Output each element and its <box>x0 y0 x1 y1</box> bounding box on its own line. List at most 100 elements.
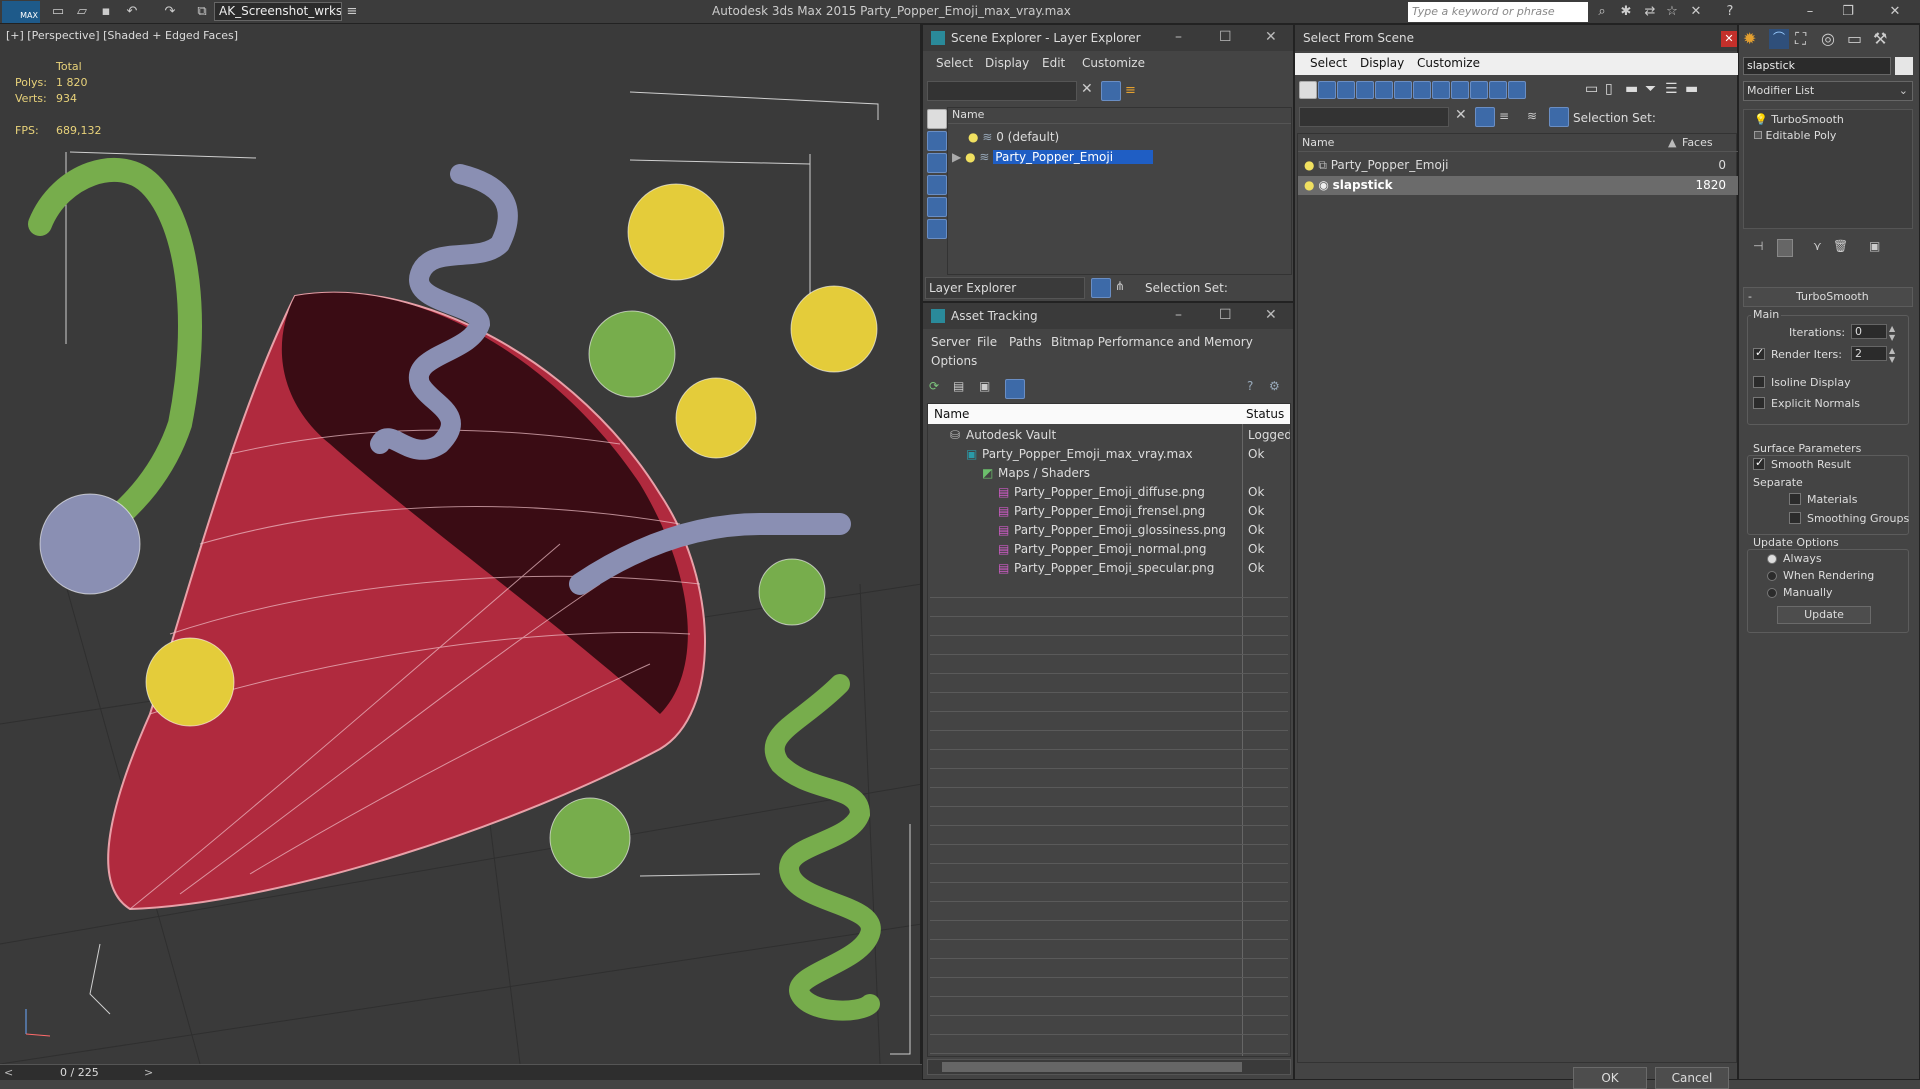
menu-display[interactable]: Display <box>1360 56 1404 70</box>
maximize-icon[interactable]: ☐ <box>1219 29 1232 45</box>
spinner-arrows-icon[interactable]: ▲ ▼ <box>1889 346 1895 364</box>
project-folder-icon[interactable]: ⧉ <box>192 2 212 22</box>
display-shapes-icon[interactable] <box>927 153 947 173</box>
col-name[interactable]: Name <box>1302 136 1334 149</box>
filter-icon[interactable] <box>1101 81 1121 101</box>
asset-row[interactable]: ▤ Party_Popper_Emoji_normal.png Ok <box>928 540 1290 559</box>
minimize-icon[interactable]: – <box>1175 307 1182 323</box>
tools-icon[interactable]: ✱ <box>1616 2 1636 22</box>
remove-modifier-icon[interactable]: 🗑 <box>1833 239 1848 253</box>
iterations-spinner[interactable]: 0 <box>1851 324 1887 339</box>
menu-options[interactable]: Options <box>931 354 977 368</box>
search-input[interactable]: Type a keyword or phrase <box>1408 2 1588 22</box>
time-slider[interactable]: < 0 / 225 > <box>0 1064 922 1080</box>
table-view-icon[interactable] <box>1005 379 1025 399</box>
display-shapes-icon[interactable] <box>1337 81 1355 99</box>
maximize-icon[interactable]: ☐ <box>1219 307 1232 323</box>
scene-search-field[interactable] <box>927 81 1077 101</box>
workspace-menu-icon[interactable]: ≡ <box>342 2 362 22</box>
explicit-normals-checkbox[interactable] <box>1753 397 1765 409</box>
pin-stack-icon[interactable]: ⊣ <box>1753 239 1763 253</box>
menu-select[interactable]: Select <box>936 56 973 70</box>
binoculars-icon[interactable]: ⌕ <box>1592 2 1612 22</box>
hierarchy-icon[interactable] <box>1549 107 1569 127</box>
close-icon[interactable]: ✕ <box>1265 29 1277 45</box>
col-status[interactable]: Status <box>1246 407 1284 421</box>
display-bones-icon[interactable] <box>1470 81 1488 99</box>
menu-file[interactable]: File <box>977 335 997 349</box>
display-frozen-icon[interactable] <box>1508 81 1526 99</box>
object-row[interactable]: ● ⧉ Party_Popper_Emoji 0 <box>1298 156 1738 175</box>
when-rendering-radio[interactable] <box>1767 571 1777 581</box>
open-file-icon[interactable]: ▱ <box>72 2 92 22</box>
display-cameras-icon[interactable] <box>927 197 947 217</box>
sort-icon[interactable]: ☰ <box>1665 81 1678 97</box>
menu-display[interactable]: Display <box>985 56 1029 70</box>
layer-row-default[interactable]: ● ≋ 0 (default) <box>948 128 1291 147</box>
menu-bitmap-performance[interactable]: Bitmap Performance and Memory <box>1051 335 1253 349</box>
explorer-type-dropdown[interactable]: Layer Explorer <box>925 277 1085 299</box>
save-file-icon[interactable]: ▪ <box>96 2 116 22</box>
select-search-field[interactable] <box>1299 107 1449 127</box>
collapse-icon[interactable]: - <box>1748 290 1752 303</box>
asset-row[interactable]: ◩ Maps / Shaders <box>928 464 1290 483</box>
perspective-viewport[interactable]: [+] [Perspective] [Shaded + Edged Faces]… <box>0 24 922 1064</box>
display-geometry-icon[interactable] <box>1318 81 1336 99</box>
ok-button[interactable]: OK <box>1573 1067 1647 1089</box>
utilities-tab-icon[interactable]: ⚒ <box>1873 29 1887 48</box>
filter-icon[interactable] <box>1475 107 1495 127</box>
smoothing-groups-checkbox[interactable] <box>1789 512 1801 524</box>
asset-row[interactable]: ⛁ Autodesk Vault Logged <box>928 426 1290 445</box>
layers-icon[interactable]: ≋ <box>1527 109 1537 123</box>
always-radio[interactable] <box>1767 554 1777 564</box>
help-icon[interactable]: ? <box>1720 2 1740 22</box>
asset-row[interactable]: ▤ Party_Popper_Emoji_frensel.png Ok <box>928 502 1290 521</box>
cancel-button[interactable]: Cancel <box>1655 1067 1729 1089</box>
select-all-icon[interactable]: ▭ <box>1585 81 1598 97</box>
light-bulb-icon[interactable]: ● <box>968 130 978 144</box>
undo-icon[interactable]: ↶ <box>122 2 142 22</box>
layer-options-icon[interactable]: ≡ <box>1125 83 1136 98</box>
select-none-icon[interactable] <box>1299 81 1317 99</box>
asset-row[interactable]: ▤ Party_Popper_Emoji_diffuse.png Ok <box>928 483 1290 502</box>
hierarchy-tab-icon[interactable]: ⛶ <box>1795 29 1806 49</box>
select-none-list-icon[interactable]: ▬ <box>1625 81 1638 97</box>
display-xrefs-icon[interactable] <box>1451 81 1469 99</box>
select-invert-icon[interactable]: ▯ <box>1605 81 1613 97</box>
refresh-icon[interactable]: ⟳ <box>929 379 939 393</box>
time-prev-icon[interactable]: < <box>4 1066 13 1079</box>
display-lights-icon[interactable] <box>1356 81 1374 99</box>
stack-item-editable-poly[interactable]: Editable Poly <box>1754 129 1836 142</box>
minimize-window-icon[interactable]: – <box>1800 2 1820 22</box>
object-row-selected[interactable]: ● ◉ slapstick 1820 <box>1298 176 1738 195</box>
smooth-result-checkbox[interactable]: ✓ <box>1753 456 1765 470</box>
app-logo[interactable]: MAX <box>2 1 40 23</box>
clear-search-icon[interactable]: ✕ <box>1081 81 1093 97</box>
favorites-icon[interactable]: ☆ <box>1662 2 1682 22</box>
make-unique-icon[interactable]: ⋎ <box>1813 239 1822 253</box>
menu-paths[interactable]: Paths <box>1009 335 1042 349</box>
display-containers-icon[interactable] <box>1489 81 1507 99</box>
thumbnail-view-icon[interactable]: ▣ <box>979 379 990 393</box>
display-groups-icon[interactable] <box>1432 81 1450 99</box>
render-iters-spinner[interactable]: 2 <box>1851 346 1887 361</box>
display-warps-icon[interactable] <box>1413 81 1431 99</box>
time-next-icon[interactable]: > <box>144 1066 153 1079</box>
stack-item-turbosmooth[interactable]: 💡 TurboSmooth <box>1754 113 1844 126</box>
display-geometry-icon[interactable] <box>927 131 947 151</box>
render-iters-checkbox[interactable]: ✓ <box>1753 346 1765 360</box>
asset-row[interactable]: ▤ Party_Popper_Emoji_glossiness.png Ok <box>928 521 1290 540</box>
list-view-icon[interactable]: ▤ <box>953 379 964 393</box>
spinner-arrows-icon[interactable]: ▲ ▼ <box>1889 324 1895 342</box>
isoline-display-checkbox[interactable] <box>1753 376 1765 388</box>
modify-tab-icon[interactable]: ⌒ <box>1769 29 1789 49</box>
asset-row[interactable]: ▣ Party_Popper_Emoji_max_vray.max Ok <box>928 445 1290 464</box>
light-bulb-icon[interactable]: ● <box>965 150 975 164</box>
col-faces[interactable]: Faces <box>1682 136 1713 149</box>
viewport-label[interactable]: [+] [Perspective] [Shaded + Edged Faces] <box>6 29 238 42</box>
settings-icon[interactable]: ⚙ <box>1269 379 1280 393</box>
scrollbar-thumb[interactable] <box>942 1062 1242 1072</box>
clear-search-icon[interactable]: ✕ <box>1455 107 1467 123</box>
create-tab-icon[interactable]: ✹ <box>1743 29 1756 48</box>
close-icon[interactable]: ✕ <box>1721 31 1737 47</box>
